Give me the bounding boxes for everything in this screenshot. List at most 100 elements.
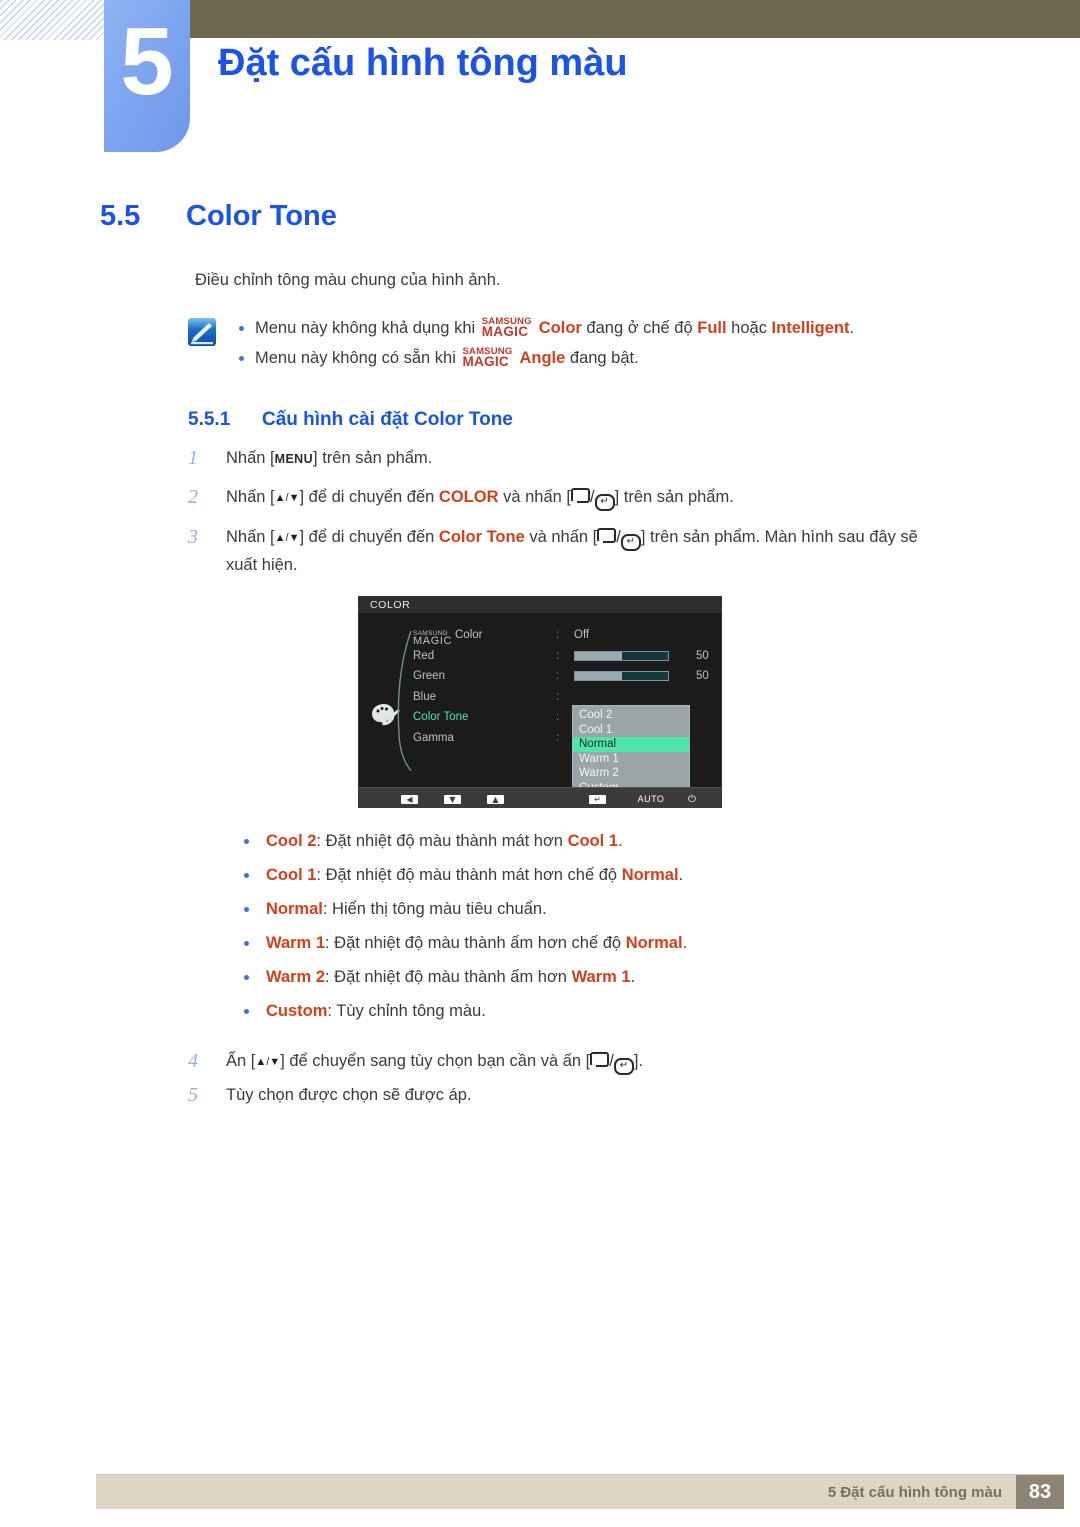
section-intro-text: Điều chỉnh tông màu chung của hình ảnh. (195, 271, 501, 289)
menu-key-glyph: MENU (274, 452, 314, 466)
option-item-custom: Custom: Tùy chỉnh tông màu. (232, 994, 1080, 1028)
option-text-tail: . (682, 934, 688, 952)
osd-body: SAMSUNG MAGIC Color Red Green Blue Color T… (359, 613, 721, 799)
dropdown-item-warm-1[interactable]: Warm 1 (573, 752, 689, 767)
osd-colon: : (556, 690, 560, 703)
enter-key-icon: ↵ (620, 534, 641, 551)
up-down-arrow-glyph: ▲/▼ (274, 532, 300, 544)
step-text: Nhấn [▲/▼] để di chuyển đến COLOR và nhấ… (226, 484, 734, 512)
option-term-ref: Cool 1 (567, 832, 618, 850)
step-bold-color-tone: Color Tone (438, 528, 525, 546)
step-number: 3 (188, 526, 198, 548)
osd-menu: COLOR SAMSUNG MAGIC Color Red Green Blue… (358, 596, 722, 816)
osd-screenshot-wrapper: COLOR SAMSUNG MAGIC Color Red Green Blue… (0, 596, 1080, 816)
note-list: Menu này không khả dụng khi SAMSUNG MAGIC… (195, 313, 1080, 373)
osd-auto-button[interactable]: AUTO ▼ (631, 789, 671, 816)
osd-value-column: Off 50 50 (574, 625, 714, 687)
osd-power-button[interactable]: ⏻ ▼ (682, 789, 702, 816)
slider-track[interactable] (574, 671, 669, 682)
option-text-tail: . (630, 968, 636, 986)
dropdown-item-warm-2[interactable]: Warm 2 (573, 766, 689, 781)
step-text-a: Ấn [ (226, 1052, 256, 1070)
step-item: 5 Tùy chọn được chọn sẽ được áp. (188, 1082, 1080, 1108)
page-header: 5 Đặt cấu hình tông màu (0, 0, 1080, 170)
step-text-a: Nhấn [ (226, 488, 275, 506)
enter-arrow-icon: ↵ (589, 795, 606, 804)
step-number: 2 (188, 486, 198, 508)
option-term: Warm 1 (266, 934, 325, 952)
slash-separator: / (589, 488, 595, 506)
osd-enter-button[interactable]: ↵ ▼ (589, 789, 606, 816)
osd-colon: : (556, 711, 560, 723)
footer-chapter-label: 5 Đặt cấu hình tông màu (827, 1483, 1002, 1501)
note-item: Menu này không khả dụng khi SAMSUNG MAGIC… (195, 313, 1080, 343)
magic-feature-name: Angle (519, 349, 566, 367)
step-text-b: ] để chuyển sang tùy chọn bạn cần và ấn … (280, 1052, 591, 1070)
note-bold-intelligent: Intelligent (771, 319, 850, 337)
osd-label-column: SAMSUNG MAGIC Color Red Green Blue Color T… (413, 625, 553, 748)
option-separator: : (325, 934, 335, 952)
step-text: Ấn [▲/▼] để chuyển sang tùy chọn bạn cần… (226, 1048, 643, 1076)
step-number: 5 (188, 1084, 198, 1106)
subsection-heading: 5.5.1 Cấu hình cài đặt Color Tone (0, 409, 1080, 431)
option-text: Đặt nhiệt độ màu thành mát hơn chế độ (325, 866, 622, 884)
option-item-normal: Normal: Hiển thị tông màu tiêu chuẩn. (232, 892, 1080, 926)
page-content: 5.5 Color Tone Điều chỉnh tông màu chung… (0, 170, 1080, 1108)
osd-row-label-color-tone[interactable]: Color Tone (413, 707, 553, 728)
option-text-tail: . (678, 866, 684, 884)
chapter-title: Đặt cấu hình tông màu (218, 42, 628, 84)
step-text-c: và nhấn [ (498, 488, 571, 506)
section-heading: 5.5 Color Tone (0, 200, 1080, 233)
header-olive-bar (190, 0, 1080, 38)
left-arrow-icon: ◀ (401, 795, 418, 804)
option-item-warm-1: Warm 1: Đặt nhiệt độ màu thành ấm hơn ch… (232, 926, 1080, 960)
step-text: Nhấn [▲/▼] để di chuyển đến Color Tone v… (226, 524, 946, 578)
option-term-ref: Normal (621, 866, 679, 884)
osd-title: COLOR (359, 597, 721, 613)
option-term-ref: Warm 1 (571, 968, 631, 986)
option-text-tail: . (617, 832, 623, 850)
note-bold-full: Full (697, 319, 727, 337)
note-text-tail: . (849, 319, 855, 337)
osd-colon-column: : : : : : : (556, 625, 559, 748)
osd-slider-red[interactable]: 50 (574, 646, 714, 667)
steps-list-continued: 4 Ấn [▲/▼] để chuyển sang tùy chọn bạn c… (0, 1048, 1080, 1108)
osd-up-arrow-button[interactable]: ▲ ▼ (487, 789, 504, 816)
osd-row-label-green[interactable]: Green (413, 666, 553, 687)
osd-row-label-magic-color[interactable]: SAMSUNG MAGIC Color (413, 625, 553, 647)
option-term: Custom (266, 1002, 328, 1020)
color-tone-dropdown[interactable]: Cool 2 Cool 1 Normal Warm 1 Warm 2 Custo… (572, 705, 690, 799)
note-item: Menu này không có sẵn khi SAMSUNG MAGIC An… (195, 343, 1080, 373)
option-item-cool-1: Cool 1: Đặt nhiệt độ màu thành mát hơn c… (232, 858, 1080, 892)
slider-track[interactable] (574, 650, 669, 661)
option-text: Tùy chỉnh tông màu. (336, 1002, 486, 1020)
step-item: 4 Ấn [▲/▼] để chuyển sang tùy chọn bạn c… (188, 1048, 1080, 1076)
steps-list: 1 Nhấn [MENU] trên sản phẩm. 2 Nhấn [▲/▼… (0, 445, 1080, 578)
caret-down-icon: ▼ (689, 808, 695, 816)
samsung-magic-logo: SAMSUNG MAGIC (482, 316, 538, 339)
dropdown-item-cool-2[interactable]: Cool 2 (573, 708, 689, 723)
up-down-arrow-glyph: ▲/▼ (255, 1056, 281, 1068)
step-text-d: ]. (633, 1052, 644, 1070)
option-separator: : (325, 968, 335, 986)
power-icon: ⏻ (688, 794, 696, 805)
step-item: 1 Nhấn [MENU] trên sản phẩm. (188, 445, 1080, 472)
osd-value-green: 50 (696, 670, 709, 683)
chapter-number-badge: 5 (104, 0, 190, 152)
option-text: Đặt nhiệt độ màu thành mát hơn (325, 832, 568, 850)
note-text-prefix: Menu này không có sẵn khi (255, 349, 461, 367)
osd-down-arrow-button[interactable]: ▼ ▼ (444, 789, 461, 816)
dropdown-item-normal[interactable]: Normal (573, 737, 689, 752)
dropdown-item-cool-1[interactable]: Cool 1 (573, 723, 689, 738)
slider-fill (575, 651, 622, 660)
option-term: Cool 1 (266, 866, 317, 884)
osd-left-arrow-button[interactable]: ◀ ▼ (401, 789, 418, 816)
step-text-b: ] để di chuyển đến (299, 488, 439, 506)
osd-slider-green[interactable]: 50 (574, 666, 714, 687)
option-text: Hiển thị tông màu tiêu chuẩn. (332, 900, 547, 918)
option-separator: : (316, 866, 326, 884)
osd-row-label-gamma[interactable]: Gamma (413, 728, 553, 749)
osd-row-label-blue[interactable]: Blue (413, 687, 553, 708)
color-tone-options-list: Cool 2: Đặt nhiệt độ màu thành mát hơn C… (0, 824, 1080, 1028)
magic-feature-name: Color (538, 319, 582, 337)
